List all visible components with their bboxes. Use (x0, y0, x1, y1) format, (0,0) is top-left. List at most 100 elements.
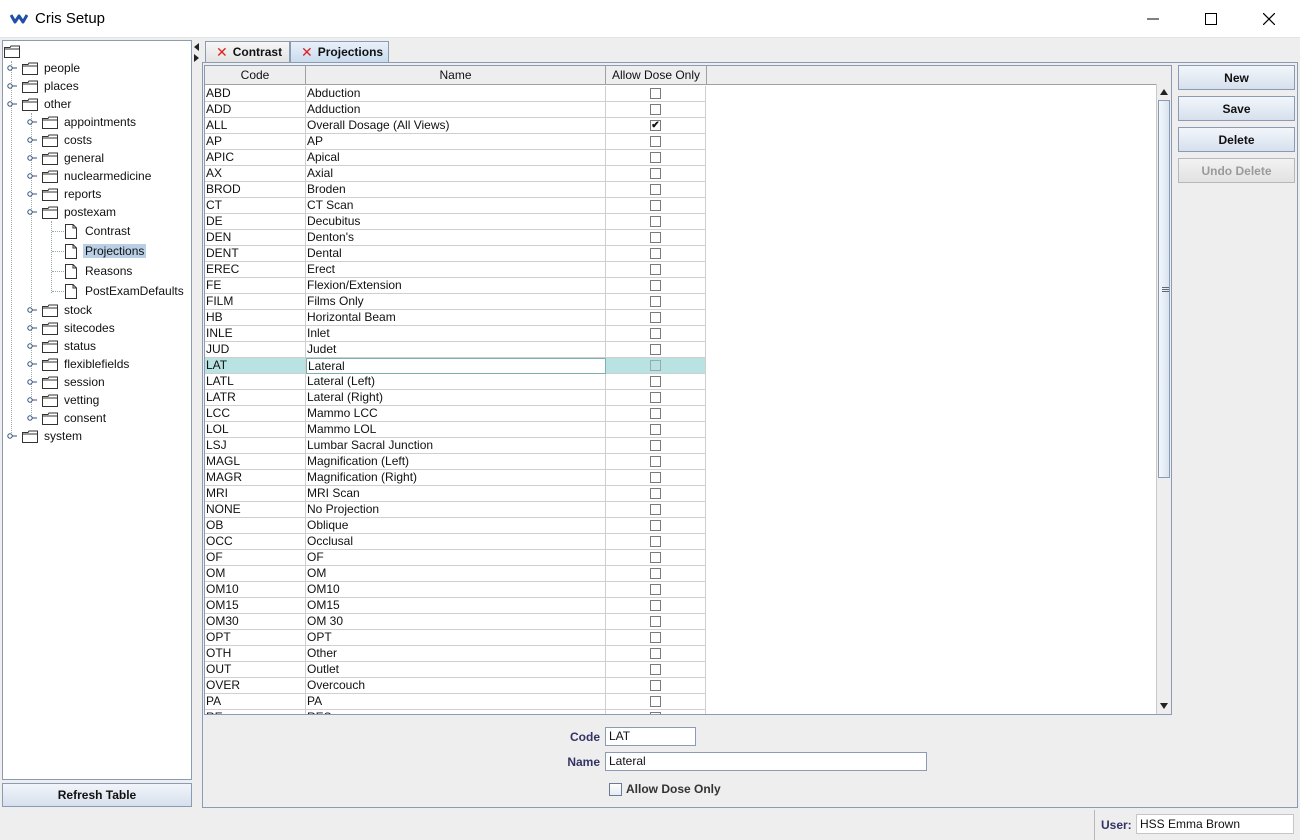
expand-handle-icon[interactable] (27, 341, 37, 351)
cell-name[interactable]: OM10 (306, 582, 606, 598)
allow-dose-checkbox[interactable] (650, 584, 661, 595)
cell-code[interactable]: OF (205, 550, 306, 566)
cell-allow-dose[interactable] (606, 246, 706, 262)
table-row[interactable]: INLE Inlet (205, 326, 706, 342)
cell-name[interactable]: AP (306, 134, 606, 150)
cell-allow-dose[interactable] (606, 502, 706, 518)
expand-handle-icon[interactable] (7, 63, 17, 73)
cell-name[interactable]: Films Only (306, 294, 606, 310)
cell-code[interactable]: OB (205, 518, 306, 534)
expand-handle-icon[interactable] (27, 207, 37, 217)
table-row[interactable]: PA PA (205, 694, 706, 710)
cell-allow-dose[interactable] (606, 614, 706, 630)
refresh-table-button[interactable]: Refresh Table (2, 783, 192, 807)
cell-code[interactable]: OPT (205, 630, 306, 646)
scroll-down-icon[interactable] (1160, 703, 1168, 709)
cell-code[interactable]: AP (205, 134, 306, 150)
cell-code[interactable]: DE (205, 214, 306, 230)
tree-node[interactable]: appointments (42, 113, 138, 131)
expand-handle-icon[interactable] (27, 171, 37, 181)
cell-name[interactable]: No Projection (306, 502, 606, 518)
tree-node[interactable]: PostExamDefaults (65, 282, 186, 300)
allow-dose-checkbox[interactable] (650, 680, 661, 691)
cell-code[interactable]: ALL (205, 118, 306, 134)
allow-dose-checkbox[interactable]: ✔ (650, 120, 661, 131)
cell-code[interactable]: CT (205, 198, 306, 214)
cell-allow-dose[interactable] (606, 598, 706, 614)
cell-allow-dose[interactable] (606, 294, 706, 310)
cell-code[interactable]: DENT (205, 246, 306, 262)
tree-node[interactable]: session (42, 373, 107, 391)
cell-code[interactable]: OM15 (205, 598, 306, 614)
allow-dose-checkbox[interactable] (650, 456, 661, 467)
allow-dose-checkbox[interactable] (650, 424, 661, 435)
cell-code[interactable]: OM10 (205, 582, 306, 598)
cell-allow-dose[interactable] (606, 86, 706, 102)
cell-name[interactable]: OPT (306, 630, 606, 646)
allow-dose-checkbox[interactable] (650, 280, 661, 291)
table-row[interactable]: LSJ Lumbar Sacral Junction (205, 438, 706, 454)
cell-name[interactable]: Dental (306, 246, 606, 262)
tab-close-icon[interactable]: ✕ (216, 44, 228, 61)
cell-name[interactable]: Overcouch (306, 678, 606, 694)
cell-allow-dose[interactable] (606, 198, 706, 214)
table-row[interactable]: APIC Apical (205, 150, 706, 166)
allow-dose-checkbox[interactable] (650, 376, 661, 387)
cell-allow-dose[interactable] (606, 166, 706, 182)
allow-dose-checkbox[interactable] (650, 408, 661, 419)
cell-allow-dose[interactable] (606, 262, 706, 278)
cell-allow-dose[interactable] (606, 518, 706, 534)
cell-allow-dose[interactable] (606, 310, 706, 326)
cell-allow-dose[interactable] (606, 406, 706, 422)
panel-splitter[interactable] (192, 40, 202, 808)
column-header-allow-dose[interactable]: Allow Dose Only (606, 66, 707, 85)
cell-allow-dose[interactable] (606, 438, 706, 454)
allow-dose-checkbox[interactable] (650, 104, 661, 115)
name-field[interactable]: Lateral (605, 752, 927, 771)
table-row[interactable]: DEN Denton's (205, 230, 706, 246)
allow-dose-checkbox[interactable] (650, 216, 661, 227)
tree-node[interactable]: flexiblefields (42, 355, 131, 373)
expand-handle-icon[interactable] (7, 99, 17, 109)
tab-close-icon[interactable]: ✕ (301, 44, 313, 61)
cell-name[interactable]: Flexion/Extension (306, 278, 606, 294)
expand-handle-icon[interactable] (7, 431, 17, 441)
cell-allow-dose[interactable] (606, 630, 706, 646)
cell-allow-dose[interactable] (606, 214, 706, 230)
table-row[interactable]: OF OF (205, 550, 706, 566)
table-row[interactable]: OB Oblique (205, 518, 706, 534)
table-row[interactable]: LAT Lateral (205, 358, 706, 374)
allow-dose-checkbox[interactable] (650, 136, 661, 147)
cell-name[interactable]: Horizontal Beam (306, 310, 606, 326)
cell-name[interactable]: Abduction (306, 86, 606, 102)
checkbox-box[interactable] (609, 782, 622, 796)
cell-allow-dose[interactable] (606, 230, 706, 246)
table-row[interactable]: OUT Outlet (205, 662, 706, 678)
cell-allow-dose[interactable] (606, 278, 706, 294)
allow-dose-checkbox[interactable] (650, 664, 661, 675)
cell-code[interactable]: LOL (205, 422, 306, 438)
allow-dose-checkbox[interactable] (650, 264, 661, 275)
table-row[interactable]: HB Horizontal Beam (205, 310, 706, 326)
cell-code[interactable]: OM (205, 566, 306, 582)
cell-code[interactable]: EREC (205, 262, 306, 278)
close-button[interactable] (1240, 0, 1298, 38)
cell-code[interactable]: LAT (205, 358, 306, 374)
table-row[interactable]: AP AP (205, 134, 706, 150)
cell-code[interactable]: LATL (205, 374, 306, 390)
cell-allow-dose[interactable] (606, 390, 706, 406)
allow-dose-checkbox[interactable] (650, 648, 661, 659)
cell-code[interactable]: NONE (205, 502, 306, 518)
table-row[interactable]: JUD Judet (205, 342, 706, 358)
cell-code[interactable]: LATR (205, 390, 306, 406)
cell-code[interactable]: DEN (205, 230, 306, 246)
table-row[interactable]: ALL Overall Dosage (All Views) ✔ (205, 118, 706, 134)
table-row[interactable]: LCC Mammo LCC (205, 406, 706, 422)
cell-name[interactable]: RES (306, 710, 606, 714)
code-field[interactable]: LAT (605, 727, 696, 746)
allow-dose-checkbox[interactable] (650, 536, 661, 547)
maximize-button[interactable] (1182, 0, 1240, 38)
cell-name[interactable]: Oblique (306, 518, 606, 534)
table-row[interactable]: MAGL Magnification (Left) (205, 454, 706, 470)
cell-code[interactable]: MAGR (205, 470, 306, 486)
